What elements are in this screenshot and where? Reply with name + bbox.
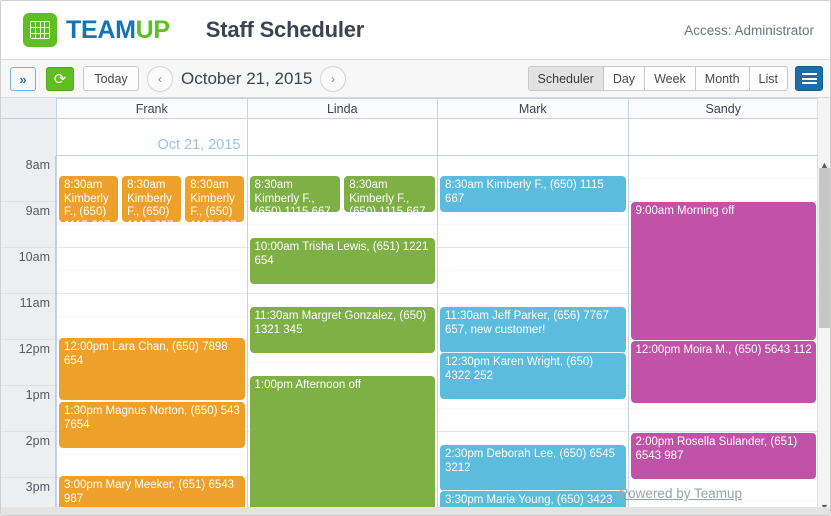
column-header-row: Frank Linda Mark Sandy [1, 98, 819, 119]
calendar-event[interactable]: 11:30am Jeff Parker, (656) 7767 657, new… [440, 307, 626, 353]
vertical-scrollbar[interactable]: ▲ ▼ [817, 98, 830, 515]
gutter-header-spacer [1, 98, 56, 119]
allday-cell-linda[interactable] [246, 119, 437, 156]
page-title: Staff Scheduler [205, 17, 365, 42]
date-label: Oct 21, 2015 [157, 137, 241, 153]
time-label-2pm: 2pm [25, 434, 50, 448]
resource-column-linda[interactable]: 8:30am Kimberly F., (650) 1115 667 8:30am… [247, 156, 438, 515]
time-slot: 12pm [1, 340, 55, 386]
gutter-date-spacer [1, 119, 56, 156]
view-tab-day[interactable]: Day [602, 66, 645, 91]
calendar-toolbar: » ⟳ Today ‹ October 21, 2015 › Scheduler… [1, 60, 830, 98]
column-header-sandy[interactable]: Sandy [627, 98, 819, 119]
refresh-button[interactable]: ⟳ [46, 67, 74, 91]
time-slot: 1pm [1, 386, 55, 432]
view-tab-week[interactable]: Week [644, 66, 695, 91]
brand-logo[interactable]: TEAMUP [23, 13, 170, 47]
resource-columns: 8:30am Kimberly F., (650) 1115 6678:30am… [56, 156, 819, 515]
view-tab-scheduler[interactable]: Scheduler [527, 66, 603, 91]
time-slot: 10am [1, 248, 55, 294]
calendar-event[interactable]: 8:30am Kimberly F., (650) 1115 667 [440, 176, 626, 212]
current-date-label: October 21, 2015 [181, 69, 313, 88]
calendar-event[interactable]: 8:30am Kimberly F., (650) 1115 667 [249, 176, 341, 212]
resource-column-mark[interactable]: 8:30am Kimberly F., (650) 1115 667 11:30a… [438, 156, 629, 515]
column-header-frank[interactable]: Frank [56, 98, 247, 119]
time-label-3pm: 3pm [25, 480, 50, 494]
allday-cell-sandy[interactable] [627, 119, 819, 156]
calendar-event[interactable]: 9:00am Morning off [630, 202, 816, 340]
calendar-event[interactable]: 2:30pm Deborah Lee, (650) 6545 3212 [440, 445, 626, 491]
calendar-event[interactable]: 12:30pm Karen Wright, (650) 4322 252 [440, 353, 626, 399]
calendar-event[interactable]: 11:30am Margret Gonzalez, (650) 1321 345 [249, 307, 435, 353]
app-header: TEAMUP Staff Scheduler Access: Administr… [1, 1, 830, 60]
brand-team: TEAM [66, 15, 136, 44]
allday-cell-mark[interactable] [437, 119, 628, 156]
brand-wordmark: TEAMUP [66, 16, 170, 45]
calendar-event[interactable]: 1:30pm Magnus Norton, (650) 543 7654 [59, 402, 245, 448]
time-slot: 2pm [1, 432, 55, 478]
calendar-event[interactable]: 8:30am Kimberly F., (650) 1115 667 [185, 176, 245, 222]
resource-column-sandy[interactable]: 9:00am Morning off 12:00pm Moira M., (650… [628, 156, 819, 515]
next-date-button[interactable]: › [320, 66, 346, 92]
time-label-9am: 9am [25, 204, 50, 218]
time-slot: 11am [1, 294, 55, 340]
time-slot: 8am [1, 156, 55, 202]
time-gutter: 8am 9am 10am 11am 12pm 1pm 2pm 3pm [1, 156, 56, 515]
time-label-12pm: 12pm [18, 342, 50, 356]
calendar-time-body: 8am 9am 10am 11am 12pm 1pm 2pm 3pm 8:30a… [1, 156, 830, 515]
view-tab-month[interactable]: Month [694, 66, 749, 91]
footer-strip [1, 507, 830, 515]
column-header-linda[interactable]: Linda [246, 98, 437, 119]
time-slot: 9am [1, 202, 55, 248]
scrollbar-thumb[interactable] [819, 168, 830, 328]
hamburger-menu-icon[interactable] [795, 66, 823, 91]
time-label-8am: 8am [25, 158, 50, 172]
calendar-event[interactable]: 8:30am Kimberly F., (650) 1115 667 [59, 176, 119, 222]
calendar-event[interactable]: 10:00am Trisha Lewis, (651) 1221 654 [249, 238, 435, 284]
column-header-mark[interactable]: Mark [437, 98, 628, 119]
view-tab-list[interactable]: List [748, 66, 788, 91]
today-button[interactable]: Today [83, 66, 139, 91]
teamup-scheduler-app: TEAMUP Staff Scheduler Access: Administr… [0, 0, 831, 516]
calendar-event[interactable]: 1:00pm Afternoon off [249, 376, 435, 515]
calendar-event[interactable]: 12:00pm Moira M., (650) 5643 112 [630, 341, 816, 403]
resource-column-frank[interactable]: 8:30am Kimberly F., (650) 1115 6678:30am… [56, 156, 248, 515]
calendar-grid-icon [23, 13, 57, 47]
calendar-event[interactable]: 2:00pm Rosella Sulander, (651) 6543 987 [630, 433, 816, 479]
powered-by-link[interactable]: Powered by Teamup [619, 486, 742, 501]
calendar-grid: Frank Linda Mark Sandy Oct 21, 2015 8am … [1, 98, 830, 515]
expand-sidebar-button[interactable]: » [10, 67, 36, 91]
allday-cell-frank[interactable]: Oct 21, 2015 [56, 119, 247, 156]
calendar-event[interactable]: 8:30am Kimberly F., (650) 1115 667 [344, 176, 435, 212]
calendar-event[interactable]: 12:00pm Lara Chan, (650) 7898 654 [59, 338, 245, 400]
access-level-label: Access: Administrator [684, 23, 814, 38]
previous-date-button[interactable]: ‹ [147, 66, 173, 92]
all-day-date-row: Oct 21, 2015 [1, 119, 819, 156]
time-label-10am: 10am [18, 250, 50, 264]
brand-up: UP [135, 15, 170, 44]
view-switcher: Scheduler Day Week Month List [527, 66, 788, 91]
time-label-1pm: 1pm [25, 388, 50, 402]
time-label-11am: 11am [19, 296, 50, 310]
calendar-event[interactable]: 8:30am Kimberly F., (650) 1115 667 [122, 176, 182, 222]
